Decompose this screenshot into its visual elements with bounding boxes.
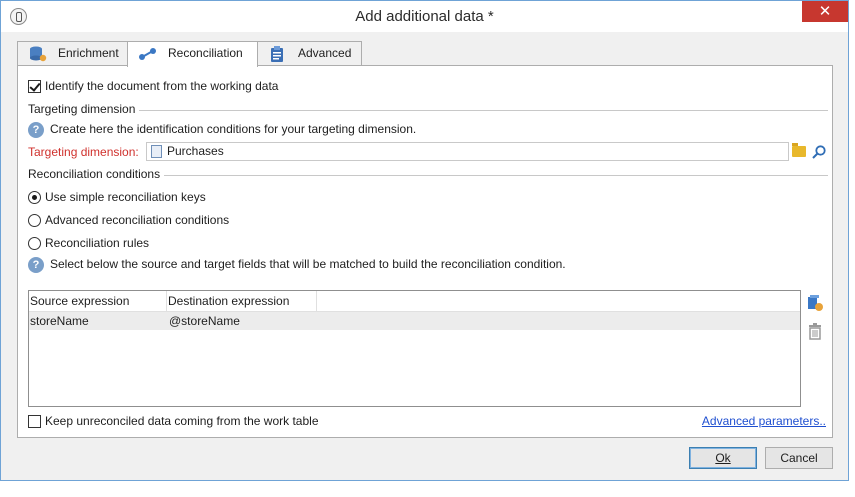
folder-icon[interactable] (792, 143, 806, 157)
option-reconciliation-rules[interactable]: Reconciliation rules (28, 236, 150, 251)
radio-button[interactable] (28, 191, 41, 205)
link-icon (139, 48, 156, 60)
option-label: Advanced reconciliation conditions (45, 213, 230, 227)
table-row[interactable]: storeName @storeName (29, 312, 800, 330)
option-advanced-conditions[interactable]: Advanced reconciliation conditions (28, 213, 230, 228)
checkbox-label: Identify the document from the working d… (45, 79, 279, 93)
reconciliation-keys-grid[interactable]: Source expression Destination expression… (28, 290, 801, 407)
tab-advanced[interactable]: Advanced (257, 41, 362, 66)
radio-button[interactable] (28, 237, 41, 251)
ok-button-label: Ok (715, 451, 731, 465)
checkbox-box[interactable] (28, 415, 41, 429)
search-icon[interactable] (811, 144, 827, 160)
tab-enrichment[interactable]: Enrichment (17, 41, 128, 66)
database-icon (30, 46, 47, 62)
radio-button[interactable] (28, 214, 41, 228)
close-button[interactable]: ✕ (802, 1, 848, 22)
advanced-parameters-link[interactable]: Advanced parameters.. (702, 414, 826, 428)
reconciliation-section-header: Reconciliation conditions (28, 167, 828, 181)
targeting-help-row: ? Create here the identification conditio… (28, 122, 416, 138)
column-header-destination[interactable]: Destination expression (167, 291, 317, 312)
title-bar: Add additional data * ✕ (1, 1, 848, 32)
checkbox-label: Keep unreconciled data coming from the w… (45, 414, 319, 428)
clipboard-icon (271, 46, 283, 62)
tab-label: Advanced (298, 46, 352, 60)
help-icon: ? (28, 257, 44, 273)
select-help-row: ? Select below the source and target fiel… (28, 257, 566, 273)
targeting-section-header: Targeting dimension (28, 102, 828, 116)
delete-row-icon[interactable] (806, 322, 824, 340)
cancel-button-label: Cancel (780, 451, 818, 465)
help-text: Create here the identification condition… (50, 122, 417, 137)
column-header-source[interactable]: Source expression (29, 291, 167, 312)
help-icon: ? (28, 122, 44, 138)
option-label: Reconciliation rules (45, 236, 150, 250)
source-cell[interactable]: storeName (29, 312, 89, 330)
section-title: Reconciliation conditions (28, 167, 165, 181)
tab-label: Enrichment (58, 46, 119, 60)
identify-document-checkbox[interactable]: Identify the document from the working d… (28, 79, 279, 94)
keep-unreconciled-checkbox[interactable]: Keep unreconciled data coming from the w… (28, 414, 319, 429)
checkbox-box[interactable] (28, 80, 41, 94)
targeting-dimension-label: Targeting dimension: (28, 145, 139, 159)
add-row-icon[interactable] (806, 294, 824, 312)
targeting-dimension-value: Purchases (167, 144, 224, 158)
destination-cell[interactable]: @storeName (168, 312, 240, 330)
schema-icon (151, 145, 162, 158)
section-title: Targeting dimension (28, 102, 140, 116)
window-title: Add additional data * (355, 8, 494, 25)
cancel-button[interactable]: Cancel (765, 447, 833, 469)
ok-button[interactable]: Ok (689, 447, 757, 469)
option-simple-keys[interactable]: Use simple reconciliation keys (28, 190, 206, 205)
targeting-dimension-field[interactable]: Purchases (146, 142, 789, 161)
help-text: Select below the source and target field… (50, 257, 566, 272)
option-label: Use simple reconciliation keys (45, 190, 206, 204)
tab-label: Reconciliation (168, 46, 243, 60)
tab-reconciliation[interactable]: Reconciliation (127, 41, 258, 67)
reconciliation-panel: Identify the document from the working d… (17, 65, 833, 438)
dialog-window: Add additional data * ✕ Enrichment Recon… (0, 0, 849, 481)
grid-header: Source expression Destination expression (29, 291, 800, 312)
